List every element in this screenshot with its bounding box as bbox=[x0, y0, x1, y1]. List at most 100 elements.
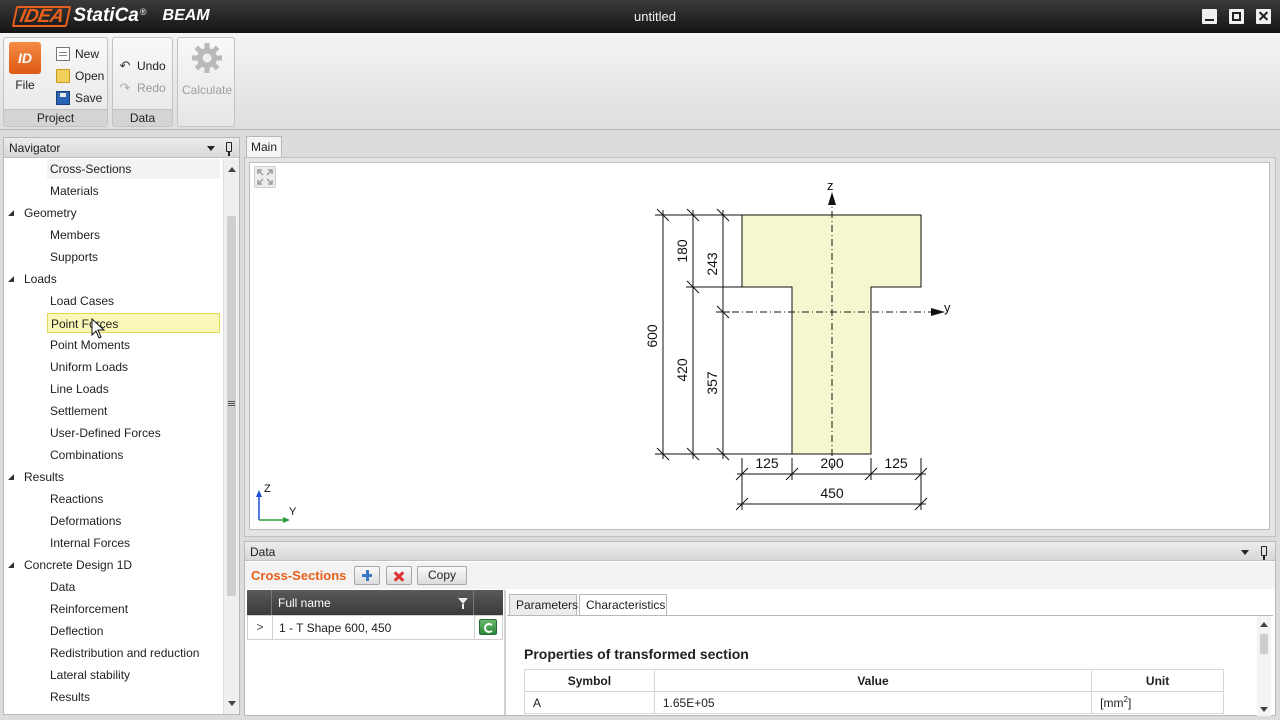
tab-characteristics[interactable]: Characteristics bbox=[579, 594, 667, 615]
undo-button[interactable]: ↶ Undo bbox=[118, 56, 166, 76]
sidebar-item-point-moments[interactable]: Point Moments bbox=[47, 335, 220, 355]
sidebar-item-label: Deformations bbox=[50, 514, 122, 528]
sidebar-item-materials[interactable]: Materials bbox=[47, 181, 220, 201]
calculate-button[interactable]: Calculate bbox=[181, 42, 233, 97]
sidebar-item-uniform-loads[interactable]: Uniform Loads bbox=[47, 357, 220, 377]
pin-icon[interactable] bbox=[1261, 546, 1267, 560]
characteristics-body: Properties of transformed section Symbol… bbox=[507, 615, 1273, 716]
delete-button[interactable] bbox=[386, 566, 412, 585]
sidebar-item-combinations[interactable]: Combinations bbox=[47, 445, 220, 465]
scroll-thumb[interactable] bbox=[1260, 634, 1268, 654]
scroll-thumb[interactable] bbox=[227, 216, 236, 596]
collapse-triangle-icon[interactable] bbox=[8, 473, 14, 480]
sidebar-item-data[interactable]: Data bbox=[47, 577, 220, 597]
new-label: New bbox=[75, 47, 100, 61]
unit-base: [mm bbox=[1100, 696, 1124, 710]
navigator-panel: Navigator Cross-Sections Materials Geometr… bbox=[3, 137, 240, 715]
panel-splitter[interactable] bbox=[504, 590, 506, 715]
properties-scrollbar[interactable] bbox=[1257, 616, 1271, 716]
table-row[interactable]: > 1 - T Shape 600, 450 bbox=[247, 615, 503, 640]
sidebar-item-concrete-design-1d[interactable]: Concrete Design 1D bbox=[8, 555, 220, 575]
sidebar-item-line-loads[interactable]: Line Loads bbox=[47, 379, 220, 399]
sidebar-item-label: Combinations bbox=[50, 448, 124, 462]
sidebar-item-label: Materials bbox=[50, 184, 99, 198]
grid-header-full-name[interactable]: Full name bbox=[278, 596, 331, 610]
redo-button[interactable]: ↷ Redo bbox=[118, 78, 166, 98]
open-button[interactable]: Open bbox=[56, 66, 104, 86]
cell-unit: [mm2] bbox=[1091, 691, 1224, 714]
sidebar-item-label: Redistribution and reduction bbox=[50, 646, 200, 660]
navigator-header: Navigator bbox=[4, 138, 239, 158]
expand-icon bbox=[257, 169, 273, 185]
scroll-up-icon[interactable] bbox=[1260, 622, 1268, 627]
filter-icon[interactable] bbox=[458, 598, 468, 609]
sidebar-item-reactions[interactable]: Reactions bbox=[47, 489, 220, 509]
row-expand-icon[interactable]: > bbox=[248, 616, 273, 639]
sidebar-item-results[interactable]: Results bbox=[8, 467, 220, 487]
ribbon-group-project: ID File New Open Save Project bbox=[3, 37, 108, 127]
sidebar-item-load-cases[interactable]: Load Cases bbox=[47, 291, 220, 311]
col-value: Value bbox=[653, 669, 1093, 692]
sidebar-item-settlement[interactable]: Settlement bbox=[47, 401, 220, 421]
sidebar-item-geometry[interactable]: Geometry bbox=[8, 203, 220, 223]
ribbon-group-calculate: Calculate bbox=[177, 37, 235, 127]
sidebar-item-label: Cross-Sections bbox=[50, 162, 132, 176]
navigator-scrollbar[interactable] bbox=[223, 159, 239, 714]
floppy-disk-icon bbox=[56, 91, 70, 105]
file-button[interactable]: ID File bbox=[8, 42, 42, 94]
tab-parameters[interactable]: Parameters bbox=[509, 594, 578, 615]
refresh-icon[interactable] bbox=[479, 619, 497, 635]
maximize-button[interactable] bbox=[1229, 9, 1244, 24]
sidebar-item-supports[interactable]: Supports bbox=[47, 247, 220, 267]
sidebar-item-loads[interactable]: Loads bbox=[8, 269, 220, 289]
sidebar-item-label: Geometry bbox=[24, 206, 77, 220]
collapse-triangle-icon[interactable] bbox=[8, 275, 14, 282]
sidebar-item-reinforcement[interactable]: Reinforcement bbox=[47, 599, 220, 619]
collapse-triangle-icon[interactable] bbox=[8, 209, 14, 216]
sidebar-item-label: Supports bbox=[50, 250, 99, 264]
properties-table: Symbol Value Unit A 1.65E+05 [mm2] bbox=[524, 669, 1224, 714]
row-action-cell bbox=[474, 616, 502, 639]
sidebar-item-redistribution-and-reduction[interactable]: Redistribution and reduction bbox=[47, 643, 220, 663]
sidebar-item-label: Load Cases bbox=[50, 294, 115, 308]
copy-button[interactable]: Copy bbox=[417, 566, 467, 585]
dropdown-arrow-icon[interactable] bbox=[1241, 550, 1249, 555]
sidebar-item-deflection[interactable]: Deflection bbox=[47, 621, 220, 641]
cell-value: 1.65E+05 bbox=[653, 691, 1093, 714]
sidebar-item-lateral-stability[interactable]: Lateral stability bbox=[47, 665, 220, 685]
data-header: Data bbox=[245, 542, 1275, 561]
tab-main[interactable]: Main bbox=[246, 136, 282, 158]
scroll-down-icon[interactable] bbox=[1260, 707, 1268, 712]
navigator-title: Navigator bbox=[9, 141, 61, 155]
scroll-up-icon[interactable] bbox=[228, 167, 236, 172]
group-label-project: Project bbox=[4, 109, 107, 126]
sidebar-item-user-defined-forces[interactable]: User-Defined Forces bbox=[47, 423, 220, 443]
pin-icon[interactable] bbox=[226, 142, 232, 156]
drawing-viewport[interactable] bbox=[249, 162, 1270, 530]
sidebar-item-label: Settlement bbox=[50, 404, 108, 418]
sidebar-item-members[interactable]: Members bbox=[47, 225, 220, 245]
minimize-button[interactable] bbox=[1202, 9, 1217, 24]
new-button[interactable]: New bbox=[56, 44, 99, 64]
sidebar-item-point-forces[interactable]: Point Forces bbox=[47, 313, 220, 333]
undo-label: Undo bbox=[137, 59, 166, 73]
sidebar-item-deformations[interactable]: Deformations bbox=[47, 511, 220, 531]
collapse-triangle-icon[interactable] bbox=[8, 561, 14, 568]
data-toolbar: Cross-Sections Copy bbox=[245, 562, 1275, 589]
save-label: Save bbox=[75, 91, 103, 105]
add-button[interactable] bbox=[354, 566, 380, 585]
grid-header-expander bbox=[247, 590, 272, 615]
scroll-down-icon[interactable] bbox=[228, 701, 236, 706]
sidebar-item-internal-forces[interactable]: Internal Forces bbox=[47, 533, 220, 553]
calculate-label: Calculate bbox=[181, 83, 233, 97]
save-button[interactable]: Save bbox=[56, 88, 102, 108]
close-button[interactable] bbox=[1256, 9, 1271, 24]
dropdown-arrow-icon[interactable] bbox=[207, 146, 215, 151]
sidebar-item-results[interactable]: Results bbox=[47, 687, 220, 707]
cell-symbol: A bbox=[524, 691, 655, 714]
sidebar-item-cross-sections[interactable]: Cross-Sections bbox=[47, 159, 220, 179]
ribbon-group-data: ↶ Undo ↷ Redo Data bbox=[112, 37, 173, 127]
zoom-extents-button[interactable] bbox=[254, 166, 276, 188]
navigator-tree: Cross-Sections Materials Geometry Members Su… bbox=[4, 159, 222, 714]
app-window: IDEA StatiCa ® BEAM untitled ID File New… bbox=[0, 0, 1280, 720]
